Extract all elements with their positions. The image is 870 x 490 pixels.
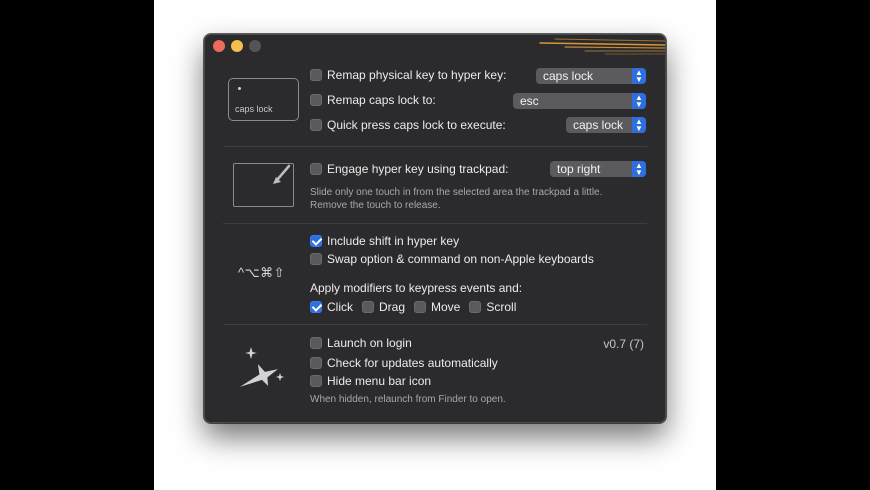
section-divider (223, 324, 647, 325)
hide-menubar-hint: When hidden, relaunch from Finder to ope… (310, 394, 506, 405)
orange-streaks-decoration (539, 38, 665, 55)
click-checkbox[interactable] (310, 301, 322, 313)
apply-modifiers-text: Apply modifiers to keypress events and: (310, 281, 523, 295)
launch-login-row[interactable]: Launch on login (310, 336, 412, 350)
quick-press-row[interactable]: Quick press caps lock to execute: (310, 118, 506, 132)
quick-press-select[interactable]: caps lock ▲ ▼ (566, 117, 646, 133)
quick-press-label: Quick press caps lock to execute: (327, 118, 506, 132)
swap-option-row[interactable]: Swap option & command on non-Apple keybo… (310, 252, 594, 266)
minimize-button[interactable] (231, 40, 243, 52)
caps-lock-led-icon (238, 87, 241, 90)
event-options-row: Click Drag Move Scroll (310, 300, 516, 314)
trackpad-hint-line2: Remove the touch to release. (310, 200, 441, 211)
remap-caps-label: Remap caps lock to: (327, 93, 436, 107)
title-bar (205, 35, 665, 57)
chevron-updown-icon: ▲ ▼ (632, 117, 646, 133)
drag-label: Drag (379, 300, 406, 314)
hide-menubar-row[interactable]: Hide menu bar icon (310, 374, 431, 388)
trackpad-icon (233, 163, 294, 207)
check-updates-checkbox[interactable] (310, 357, 322, 369)
section-divider (223, 146, 647, 147)
check-updates-label: Check for updates automatically (327, 356, 498, 370)
apply-modifiers-label: Apply modifiers to keypress events and: (310, 281, 522, 295)
remap-caps-select[interactable]: esc ▲ ▼ (513, 93, 646, 109)
preferences-window: caps lock Remap physical key to hyper ke… (204, 34, 666, 423)
trackpad-hint-line1: Slide only one touch in from the selecte… (310, 187, 603, 198)
check-updates-row[interactable]: Check for updates automatically (310, 356, 498, 370)
modifier-keys-icon: ^⌥⌘⇧ (238, 265, 285, 280)
pointer-swipe-icon (273, 164, 291, 184)
caps-lock-key-icon: caps lock (228, 78, 299, 121)
click-label: Click (327, 300, 353, 314)
launch-login-checkbox[interactable] (310, 337, 322, 349)
caps-lock-key-label: caps lock (235, 104, 273, 114)
hide-menubar-label: Hide menu bar icon (327, 374, 432, 388)
remap-physical-select[interactable]: caps lock ▲ ▼ (536, 68, 646, 84)
remap-physical-label: Remap physical key to hyper key: (327, 68, 507, 82)
swap-option-checkbox[interactable] (310, 253, 322, 265)
remap-physical-row[interactable]: Remap physical key to hyper key: (310, 68, 506, 82)
remap-caps-checkbox[interactable] (310, 94, 322, 106)
include-shift-row[interactable]: Include shift in hyper key (310, 234, 459, 248)
engage-trackpad-checkbox[interactable] (310, 163, 322, 175)
engage-trackpad-row[interactable]: Engage hyper key using trackpad: (310, 162, 508, 176)
swap-option-label: Swap option & command on non-Apple keybo… (327, 252, 594, 266)
chevron-updown-icon: ▲ ▼ (632, 68, 646, 84)
scroll-checkbox[interactable] (469, 301, 482, 313)
include-shift-checkbox[interactable] (310, 235, 322, 247)
quick-press-value: caps lock (573, 118, 624, 132)
trackpad-area-value: top right (557, 162, 601, 176)
scroll-label: Scroll (486, 300, 517, 314)
drag-checkbox[interactable] (362, 301, 374, 313)
remap-physical-value: caps lock (543, 69, 594, 83)
engage-trackpad-label: Engage hyper key using trackpad: (327, 162, 509, 176)
sparkles-icon (239, 347, 284, 387)
quick-press-checkbox[interactable] (310, 119, 322, 131)
launch-login-label: Launch on login (327, 336, 412, 350)
remap-physical-checkbox[interactable] (310, 69, 322, 81)
hide-menubar-checkbox[interactable] (310, 375, 322, 387)
remap-caps-row[interactable]: Remap caps lock to: (310, 93, 436, 107)
close-button[interactable] (213, 40, 225, 52)
section-divider (223, 223, 647, 224)
remap-caps-value: esc (520, 94, 539, 108)
include-shift-label: Include shift in hyper key (327, 234, 460, 248)
version-label: v0.7 (7) (603, 337, 644, 351)
chevron-updown-icon: ▲ ▼ (632, 93, 646, 109)
move-checkbox[interactable] (414, 301, 427, 313)
move-label: Move (431, 300, 461, 314)
zoom-button[interactable] (249, 40, 261, 52)
trackpad-area-select[interactable]: top right ▲ ▼ (550, 161, 646, 177)
chevron-updown-icon: ▲ ▼ (632, 161, 646, 177)
